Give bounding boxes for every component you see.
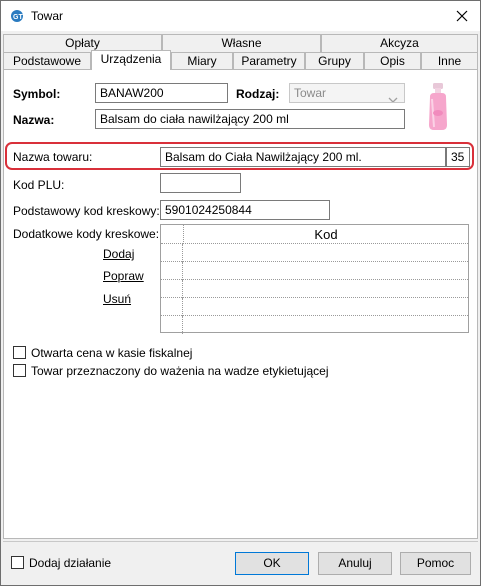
edit-code-link[interactable]: Popraw <box>103 269 144 283</box>
weighing-checkbox[interactable] <box>13 364 26 377</box>
add-code-link[interactable]: Dodaj <box>103 247 134 261</box>
table-row[interactable] <box>161 298 468 316</box>
symbol-field[interactable]: BANAW200 <box>95 83 228 103</box>
footer-divider <box>3 541 478 542</box>
tab-wlasne[interactable]: Własne <box>162 34 321 52</box>
add-action-checkbox[interactable] <box>11 556 24 569</box>
svg-text:GT: GT <box>13 14 23 21</box>
tab-miary[interactable]: Miary <box>171 52 233 70</box>
app-logo-icon: GT <box>10 9 24 23</box>
table-row[interactable] <box>161 262 468 280</box>
ok-button[interactable]: OK <box>235 552 309 575</box>
open-price-checkbox[interactable] <box>13 346 26 359</box>
table-row[interactable] <box>161 280 468 298</box>
window-title: Towar <box>31 9 64 23</box>
help-button[interactable]: Pomoc <box>400 552 471 575</box>
grid-column-header-kod[interactable]: Kod <box>183 225 468 244</box>
grid-corner <box>161 225 183 244</box>
barcode-label: Podstawowy kod kreskowy: <box>13 204 160 218</box>
tab-urzadzenia[interactable]: Urządzenia <box>91 50 171 70</box>
extra-codes-label: Dodatkowe kody kreskowe: <box>13 227 160 241</box>
barcode-field[interactable]: 5901024250844 <box>160 200 330 220</box>
add-action-label: Dodaj działanie <box>29 556 112 570</box>
char-count-badge: 35 <box>446 147 470 167</box>
open-price-label: Otwarta cena w kasie fiskalnej <box>31 346 193 360</box>
delete-code-link[interactable]: Usuń <box>103 292 131 306</box>
chevron-down-icon <box>388 90 398 102</box>
nazwa-field[interactable]: Balsam do ciała nawilżający 200 ml <box>95 109 405 129</box>
nazwa-towaru-field[interactable]: Balsam do Ciała Nawilżający 200 ml. <box>160 147 446 167</box>
tab-inne[interactable]: Inne <box>421 52 478 70</box>
kod-plu-label: Kod PLU: <box>13 178 65 192</box>
rodzaj-label: Rodzaj: <box>236 87 280 101</box>
table-row[interactable] <box>161 316 468 334</box>
symbol-label: Symbol: <box>13 87 61 101</box>
title-bar: GT Towar <box>1 1 480 31</box>
tab-parametry[interactable]: Parametry <box>233 52 305 70</box>
tab-akcyza[interactable]: Akcyza <box>321 34 478 52</box>
tab-podstawowe[interactable]: Podstawowe <box>3 52 91 70</box>
close-icon[interactable] <box>452 6 472 26</box>
lotion-bottle-icon <box>424 83 452 131</box>
rodzaj-value: Towar <box>294 86 327 100</box>
tab-grupy[interactable]: Grupy <box>305 52 364 70</box>
rodzaj-select[interactable]: Towar <box>289 83 405 103</box>
extra-codes-grid[interactable]: Kod <box>160 224 469 334</box>
cancel-button[interactable]: Anuluj <box>318 552 392 575</box>
tab-opis[interactable]: Opis <box>364 52 421 70</box>
table-row[interactable] <box>161 244 468 262</box>
dialog-window: GT Towar Opłaty Własne Akcyza Podstawowe… <box>0 0 481 586</box>
nazwa-towaru-label: Nazwa towaru: <box>13 150 93 164</box>
kod-plu-field[interactable] <box>160 173 241 193</box>
nazwa-label: Nazwa: <box>13 113 55 127</box>
weighing-label: Towar przeznaczony do ważenia na wadze e… <box>31 364 329 378</box>
